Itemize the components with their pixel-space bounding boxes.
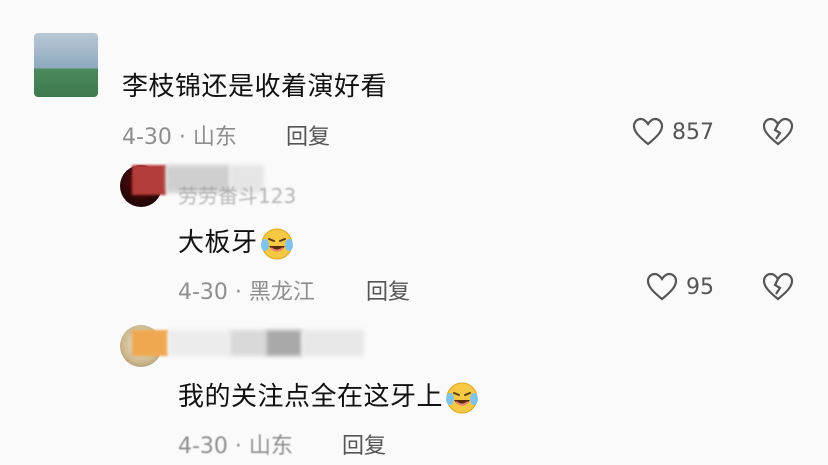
like-count: 857 (672, 119, 714, 145)
dislike-button[interactable] (762, 117, 794, 147)
avatar-mosaic (132, 165, 166, 195)
like-button[interactable]: 95 (646, 272, 714, 302)
name-mosaic (168, 330, 230, 356)
like-button[interactable]: 857 (632, 117, 714, 147)
broken-heart-icon (762, 272, 794, 301)
name-mosaic (230, 330, 266, 356)
avatar[interactable] (34, 33, 98, 97)
comment-text: 李枝锦还是收着演好看 (122, 72, 388, 102)
comment-date-location: 4-30 · 山东 (122, 125, 237, 150)
comment-username[interactable]: 劳劳畨斗123 (178, 180, 296, 209)
name-mosaic (266, 330, 302, 356)
heart-outline-icon (632, 117, 664, 146)
name-mosaic (302, 330, 364, 356)
comment-date-location: 4-30 · 黑龙江 (178, 280, 315, 305)
reply-button[interactable]: 回复 (286, 119, 330, 151)
reply-button[interactable]: 回复 (342, 428, 386, 460)
laughing-crying-emoji-icon (260, 227, 294, 261)
dislike-button[interactable] (762, 272, 794, 302)
reply-button[interactable]: 回复 (366, 274, 410, 306)
comment-text: 大板牙 (178, 222, 294, 261)
comment-text: 我的关注点全在这牙上 (178, 376, 479, 415)
avatar-mosaic (132, 330, 168, 356)
heart-outline-icon (646, 272, 678, 301)
like-count: 95 (686, 274, 714, 300)
broken-heart-icon (762, 117, 794, 146)
laughing-crying-emoji-icon (445, 381, 479, 415)
comment-date-location: 4-30 · 山东 (178, 434, 293, 459)
